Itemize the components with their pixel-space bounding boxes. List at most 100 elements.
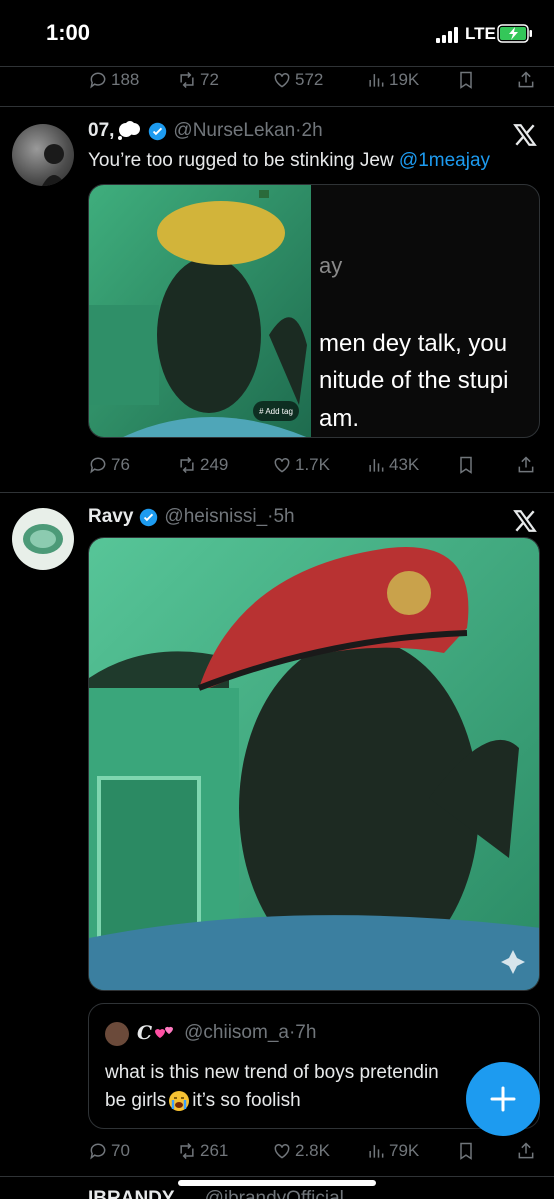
- share-button[interactable]: [516, 452, 536, 478]
- repost-icon: [180, 1142, 194, 1160]
- like-icon: [274, 1143, 290, 1159]
- quote-avatar: [105, 1022, 129, 1046]
- like-button[interactable]: 1.7K: [272, 452, 330, 478]
- views-count: 79K: [389, 1141, 420, 1160]
- reply-icon: [90, 1143, 106, 1160]
- media-text-line-1: men dey talk, you: [319, 330, 508, 357]
- tweet-body: You’re too rugged to be stinking Jew: [88, 150, 399, 171]
- display-name[interactable]: Ravy: [88, 506, 133, 528]
- like-count: 2.8K: [295, 1141, 330, 1160]
- like-count: 1.7K: [295, 455, 330, 474]
- reply-button[interactable]: 76: [88, 452, 130, 478]
- like-button[interactable]: 572: [272, 67, 323, 93]
- repost-button[interactable]: 72: [177, 67, 219, 93]
- x-logo-icon: [513, 124, 537, 146]
- quote-line-2-start: be girls: [105, 1090, 167, 1111]
- quote-timestamp: 7h: [295, 1022, 317, 1043]
- repost-button[interactable]: 261: [177, 1138, 228, 1164]
- display-name: IBRANDY: [88, 1188, 175, 1199]
- reply-count: 70: [111, 1141, 130, 1160]
- add-tag-chip[interactable]: # Add tag: [253, 401, 299, 421]
- hearts-emoji-icon: [155, 1026, 174, 1038]
- views-icon: [369, 74, 384, 87]
- reply-button[interactable]: 188: [88, 67, 139, 93]
- compose-button[interactable]: [466, 1062, 540, 1136]
- reply-count: 76: [111, 455, 130, 474]
- battery-charging-icon: [497, 24, 532, 43]
- tweet-media[interactable]: [88, 537, 540, 991]
- tweet-header: Ravy @heisnissi_ · 5h: [88, 506, 295, 528]
- tweet-divider: [0, 106, 554, 107]
- views-icon: [369, 459, 384, 472]
- media-photo: [89, 185, 311, 437]
- tweet-text: You’re too rugged to be stinking Jew @1m…: [88, 150, 490, 172]
- network-type: LTE: [465, 24, 496, 43]
- mention-link[interactable]: @1meajay: [399, 150, 490, 171]
- avatar-image: [23, 524, 63, 554]
- like-button[interactable]: 2.8K: [272, 1138, 330, 1164]
- quote-handle: @chiisom_a: [184, 1022, 289, 1043]
- next-tweet-partial[interactable]: IBRANDY @ibrandyOfficial: [0, 1188, 554, 1199]
- top-tweet-actions: 188 72 572 19K: [0, 67, 554, 93]
- like-count: 572: [295, 70, 324, 89]
- share-button[interactable]: [516, 67, 536, 93]
- crying-emoji-icon: [169, 1091, 190, 1111]
- tweet-divider: [0, 492, 554, 493]
- bookmark-button[interactable]: [456, 67, 476, 93]
- quote-header: C @chiisom_a · 7h: [137, 1022, 316, 1044]
- handle[interactable]: @heisnissi_: [164, 506, 267, 528]
- repost-button[interactable]: 249: [177, 452, 228, 478]
- handle: @ibrandyOfficial: [204, 1188, 344, 1199]
- timestamp[interactable]: 5h: [273, 506, 294, 528]
- share-icon: [518, 71, 534, 88]
- bookmark-icon: [460, 456, 472, 474]
- repost-count: 249: [200, 455, 229, 474]
- tweet-header: 07, @NurseLekan · 2h: [88, 120, 323, 142]
- timestamp[interactable]: 2h: [302, 120, 323, 142]
- views-button[interactable]: 19K: [366, 67, 419, 93]
- repost-icon: [180, 71, 194, 89]
- media-text-line-3: am.: [319, 405, 360, 432]
- display-name[interactable]: 07,: [88, 120, 114, 142]
- bookmark-button[interactable]: [456, 1138, 476, 1164]
- repost-count: 261: [200, 1141, 229, 1160]
- views-button[interactable]: 79K: [366, 1138, 419, 1164]
- compose-plus-icon: [490, 1086, 516, 1112]
- share-icon: [518, 456, 534, 473]
- verified-badge-icon: [149, 122, 167, 140]
- bookmark-button[interactable]: [456, 452, 476, 478]
- like-icon: [274, 457, 290, 473]
- avatar[interactable]: [12, 508, 74, 570]
- bookmark-icon: [460, 71, 472, 89]
- x-logo-icon: [513, 510, 537, 532]
- like-icon: [274, 72, 290, 88]
- quote-display-name: C: [137, 1022, 153, 1044]
- tweet-actions: 70 261 2.8K 79K: [0, 1138, 554, 1164]
- home-indicator[interactable]: [178, 1180, 376, 1186]
- avatar-image: [42, 144, 66, 186]
- views-icon: [369, 1145, 384, 1158]
- quote-line-2-end: it’s so foolish: [192, 1090, 301, 1111]
- reply-count: 188: [111, 70, 140, 89]
- cellular-signal-icon: [436, 27, 458, 43]
- repost-icon: [180, 456, 194, 474]
- status-time: 1:00: [46, 20, 91, 45]
- media-photo: [89, 538, 539, 990]
- share-button[interactable]: [516, 1138, 536, 1164]
- tweet-media[interactable]: # Add tag ay men dey talk, you nitude of…: [88, 184, 540, 438]
- status-bar: 1:00 LTE: [0, 0, 554, 66]
- views-button[interactable]: 43K: [366, 452, 419, 478]
- tweet-divider: [0, 1176, 554, 1177]
- views-count: 19K: [389, 70, 420, 89]
- reply-button[interactable]: 70: [88, 1138, 130, 1164]
- reply-icon: [90, 457, 106, 474]
- media-text-line-0: ay: [319, 253, 343, 278]
- avatar[interactable]: [12, 124, 74, 186]
- repost-count: 72: [200, 70, 219, 89]
- handle[interactable]: @NurseLekan: [173, 120, 295, 142]
- thought-bubble-icon: [118, 121, 141, 140]
- media-text-line-2: nitude of the stupi: [319, 367, 509, 394]
- views-count: 43K: [389, 455, 420, 474]
- share-icon: [518, 1142, 534, 1159]
- verified-badge-icon: [140, 508, 158, 526]
